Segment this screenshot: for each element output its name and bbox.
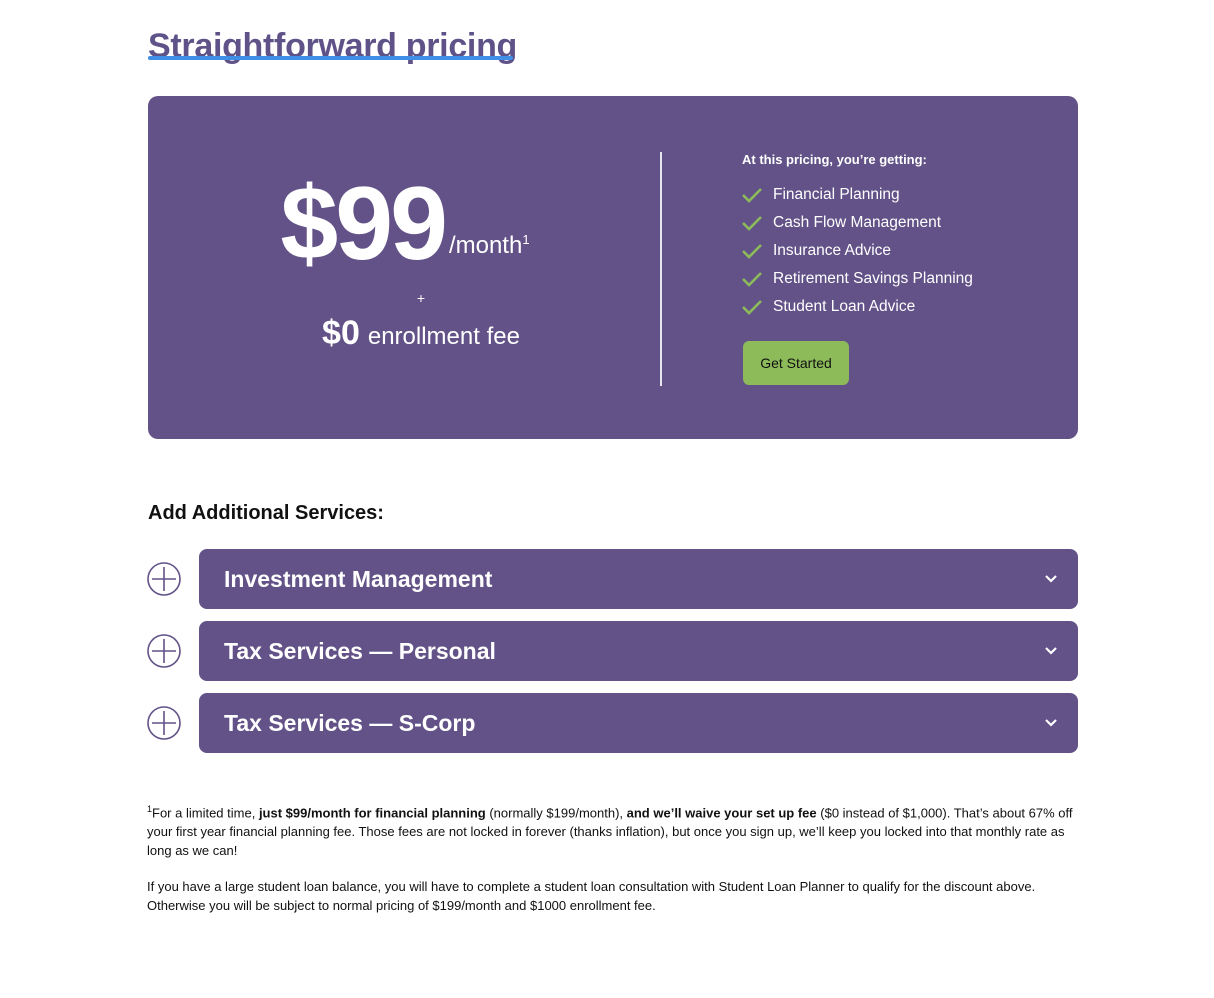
accordion-investment-management[interactable]: Investment Management [199,549,1078,609]
feature-item: Insurance Advice [742,237,973,265]
feature-item: Cash Flow Management [742,209,973,237]
chevron-down-icon [1045,719,1057,727]
accordion-tax-services-scorp[interactable]: Tax Services — S-Corp [199,693,1078,753]
accordion-label: Tax Services — Personal [224,638,496,664]
chevron-down-icon [1045,647,1057,655]
additional-services-title: Add Additional Services: [148,502,384,524]
checkmark-icon [742,188,762,203]
feature-item: Retirement Savings Planning [742,265,973,293]
feature-label: Student Loan Advice [773,298,916,315]
service-row-tax-personal: Tax Services — Personal [147,621,1078,681]
price-period-text: /month [448,232,523,259]
feature-label: Cash Flow Management [773,214,941,231]
plus-circle-icon[interactable] [147,562,181,596]
price-amount: $99 [280,166,448,282]
enrollment-label: enrollment fee [367,323,520,350]
accordion-label: Investment Management [224,566,493,592]
page-title: Straightforward pricing [148,27,518,65]
feature-item: Financial Planning [742,181,973,209]
price-main: $99 /month1 [148,172,662,276]
checkmark-icon [742,244,762,259]
price-block: $99 /month1 + $0 enrollment fee [148,96,662,439]
features-block: At this pricing, you’re getting: Financi… [742,152,973,321]
footnote-text: (normally $199/month), [485,805,627,821]
feature-label: Retirement Savings Planning [773,270,973,287]
price-period: /month1 [449,228,530,258]
service-row-investment: Investment Management [147,549,1078,609]
footnote-1: 1For a limited time, just $99/month for … [147,800,1077,860]
feature-label: Financial Planning [773,186,900,203]
vertical-divider [660,152,662,386]
footnote-emphasis: just $99/month for financial planning [258,805,486,821]
features-title: At this pricing, you’re getting: [742,152,927,167]
pricing-card: $99 /month1 + $0 enrollment fee At this … [148,96,1078,439]
plus-sign: + [416,290,426,306]
plus-circle-icon[interactable] [147,634,181,668]
checkmark-icon [742,216,762,231]
title-underline [148,56,513,60]
footnote-emphasis: and we’ll waive your set up fee [626,805,817,821]
enrollment-amount: $0 [322,314,360,352]
service-row-tax-scorp: Tax Services — S-Corp [147,693,1078,753]
chevron-down-icon [1045,575,1057,583]
feature-list: Financial Planning Cash Flow Management … [742,181,973,321]
get-started-button[interactable]: Get Started [743,341,849,385]
checkmark-icon [742,300,762,315]
accordion-label: Tax Services — S-Corp [224,710,476,736]
enrollment-fee: $0 enrollment fee [148,314,694,353]
accordion-tax-services-personal[interactable]: Tax Services — Personal [199,621,1078,681]
footnote-text: For a limited time, [152,805,259,821]
feature-item: Student Loan Advice [742,293,973,321]
footnote-marker: 1 [522,232,530,247]
plus-circle-icon[interactable] [147,706,181,740]
checkmark-icon [742,272,762,287]
feature-label: Insurance Advice [773,242,892,259]
footnote-2: If you have a large student loan balance… [147,879,1036,913]
